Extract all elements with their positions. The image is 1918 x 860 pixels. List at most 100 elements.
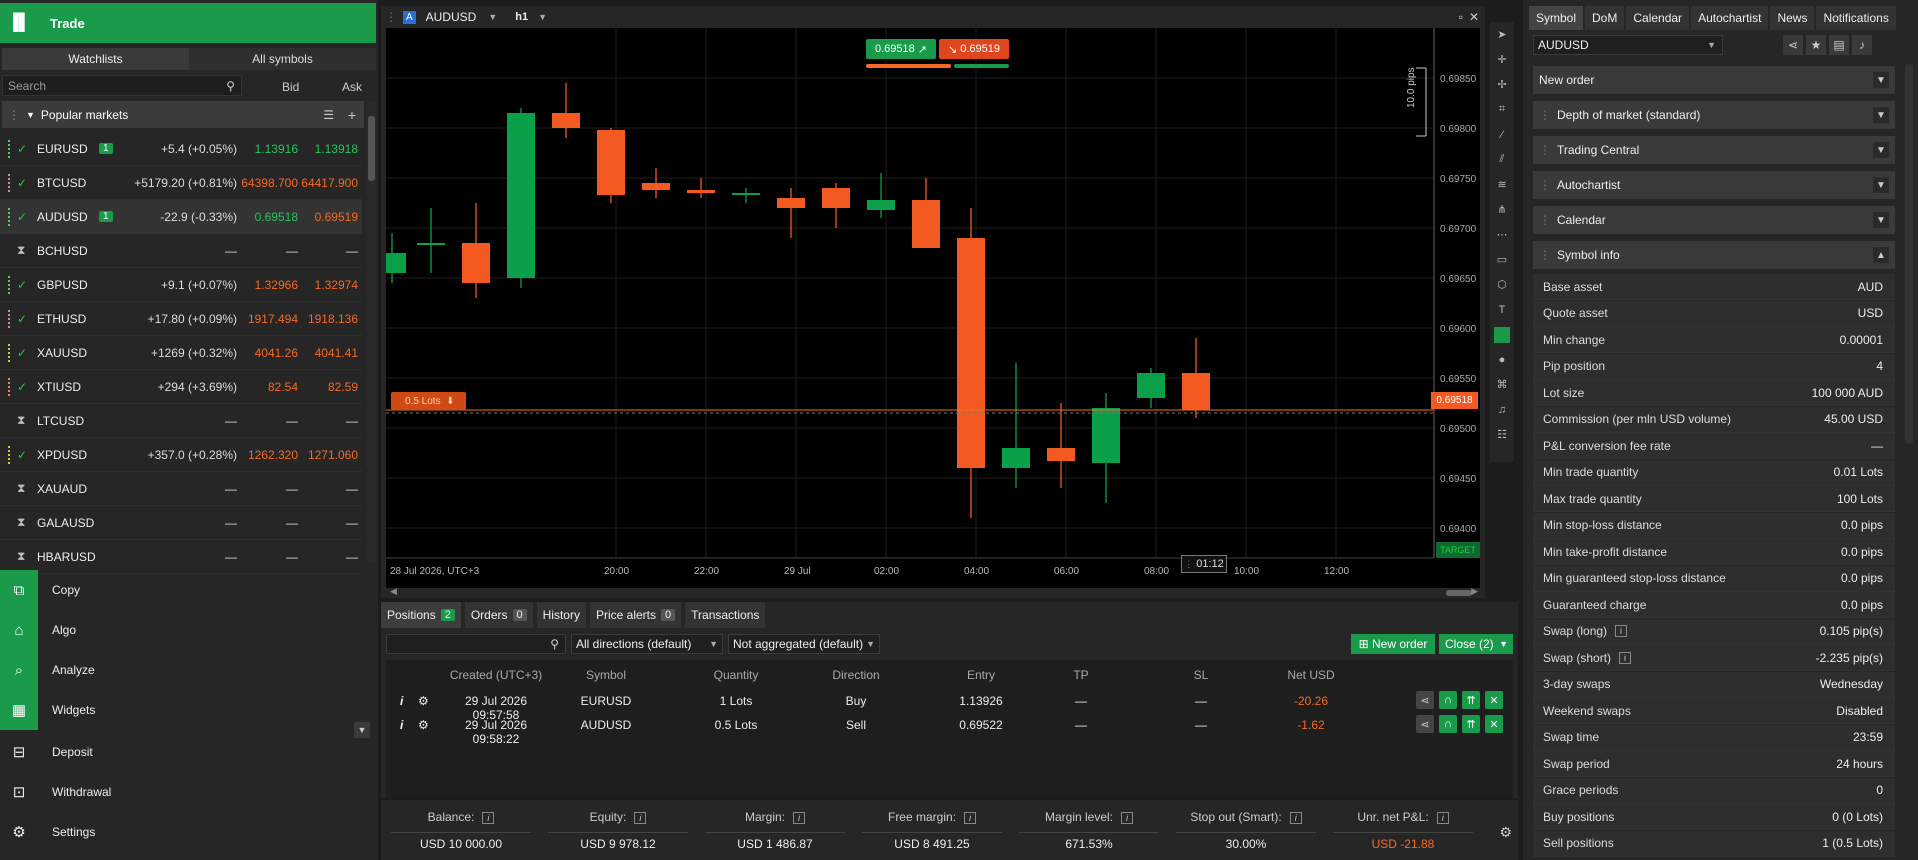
position-lots-tag[interactable]: 0.5 Lots ⬇: [391, 392, 466, 410]
section-depth-of-market-standard-[interactable]: ⋮ Depth of market (standard) ▼: [1533, 101, 1895, 129]
position-settings-icon[interactable]: ⚙: [418, 718, 429, 732]
info-icon[interactable]: i: [1289, 812, 1302, 824]
column-header[interactable]: Created (UTC+3): [446, 668, 546, 682]
chevron-down-icon[interactable]: ▼: [1873, 107, 1889, 123]
info-icon[interactable]: i: [964, 812, 977, 824]
scroll-left-icon[interactable]: ◀: [390, 586, 397, 597]
double-up-icon[interactable]: ⇈: [1462, 715, 1480, 733]
share-icon[interactable]: ⋖: [1416, 715, 1434, 733]
settings-lines-icon[interactable]: ☷: [1490, 422, 1514, 447]
star-icon[interactable]: ★: [1806, 35, 1826, 55]
dot-icon[interactable]: ●: [1490, 347, 1514, 372]
add-icon[interactable]: +: [348, 107, 356, 123]
tab-transactions[interactable]: Transactions: [685, 602, 766, 628]
column-header[interactable]: Direction: [806, 668, 906, 682]
tab-orders[interactable]: Orders 0: [464, 602, 533, 628]
cursor-icon[interactable]: ➤: [1490, 22, 1514, 47]
double-up-icon[interactable]: ⇈: [1462, 691, 1480, 709]
positions-search-input[interactable]: ⚲: [386, 634, 566, 654]
crosshair-icon[interactable]: ✛: [1490, 47, 1514, 72]
shapes-icon[interactable]: ⬡: [1490, 272, 1514, 297]
section-symbol-info[interactable]: ⋮ Symbol info ▲: [1533, 241, 1895, 269]
buy-button[interactable]: ↘ 0.69519: [939, 39, 1009, 59]
reverse-icon[interactable]: ∩: [1439, 715, 1457, 733]
chevron-down-icon[interactable]: ▼: [1873, 72, 1889, 88]
list-view-icon[interactable]: ☰: [323, 108, 334, 122]
channel-icon[interactable]: ⫽: [1490, 147, 1514, 172]
menu-deposit[interactable]: ⊟ Deposit: [0, 732, 376, 772]
trade-header[interactable]: ▐▌ Trade: [0, 3, 376, 43]
info-icon[interactable]: i: [400, 694, 403, 708]
collapse-triangle-icon[interactable]: ▼: [26, 110, 35, 120]
chart-area[interactable]: 0.69850 0.69800 0.69750 0.69700 0.69650 0.696…: [378, 28, 1480, 588]
info-icon[interactable]: i: [1619, 651, 1632, 664]
sell-button[interactable]: 0.69518 ↗: [866, 39, 936, 59]
tab-price-alerts[interactable]: Price alerts 0: [589, 602, 682, 628]
maximize-icon[interactable]: ▫: [1459, 10, 1463, 24]
bell-icon[interactable]: ♪: [1852, 35, 1872, 55]
info-icon[interactable]: i: [634, 812, 647, 824]
bell-icon[interactable]: ♫: [1490, 397, 1514, 422]
watchlist-row[interactable]: ⧗ HBARUSD — — —: [0, 540, 362, 574]
direction-filter[interactable]: All directions (default) ▼: [571, 634, 723, 654]
watchlist-row[interactable]: ✓ ETHUSD +17.80 (+0.09%) 1917.494 1918.1…: [0, 302, 362, 336]
right-scrollbar[interactable]: [1905, 64, 1913, 444]
tab-positions[interactable]: Positions 2: [381, 602, 461, 628]
tab-all-symbols[interactable]: All symbols: [189, 48, 376, 70]
gear-icon[interactable]: ⚙: [1499, 824, 1512, 841]
chart-symbol[interactable]: AUDUSD: [426, 10, 477, 24]
grid-tool-icon[interactable]: ⋯: [1490, 222, 1514, 247]
chart-icon[interactable]: ▤: [1829, 35, 1849, 55]
fibonacci-icon[interactable]: ≋: [1490, 172, 1514, 197]
tab-history[interactable]: History: [536, 602, 586, 628]
menu-widgets[interactable]: ▦ Widgets ▼: [0, 690, 376, 738]
symbol-select[interactable]: AUDUSD ▼: [1533, 35, 1723, 55]
symbol-dropdown-icon[interactable]: ▼: [488, 12, 497, 22]
text-icon[interactable]: T: [1490, 297, 1514, 322]
menu-analyze[interactable]: ⌕ Analyze: [0, 650, 376, 690]
rectangle-icon[interactable]: ▭: [1490, 247, 1514, 272]
aggregation-filter[interactable]: Not aggregated (default) ▼: [728, 634, 880, 654]
chart-hscroll[interactable]: ◀ ▶: [386, 586, 1480, 598]
info-icon[interactable]: i: [1121, 812, 1134, 824]
watchlist-scrollbar[interactable]: [367, 101, 376, 563]
section-autochartist[interactable]: ⋮ Autochartist ▼: [1533, 171, 1895, 199]
position-row[interactable]: i ⚙ 29 Jul 2026 09:58:22 AUDUSD 0.5 Lots Sell…: [386, 712, 1513, 746]
close-position-icon[interactable]: ✕: [1485, 715, 1503, 733]
tab-notifications[interactable]: Notifications: [1816, 6, 1896, 30]
watchlist-row[interactable]: ✓ BTCUSD +5179.20 (+0.81%) 64398.700 644…: [0, 166, 362, 200]
watchlist-row[interactable]: ✓ XAUUSD +1269 (+0.32%) 4041.26 4041.41: [0, 336, 362, 370]
section-calendar[interactable]: ⋮ Calendar ▼: [1533, 206, 1895, 234]
watchlist-row[interactable]: ✓ XTIUSD +294 (+3.69%) 82.54 82.59: [0, 370, 362, 404]
column-header[interactable]: Entry: [931, 668, 1031, 682]
popular-markets-header[interactable]: ⋮ ▼ Popular markets ☰ +: [2, 101, 364, 128]
position-row[interactable]: i ⚙ 29 Jul 2026 09:57:58 EURUSD 1 Lots Buy 1.1…: [386, 688, 1513, 722]
crop-icon[interactable]: ⌗: [1490, 97, 1514, 122]
new-order-button[interactable]: ⊞ New order: [1351, 634, 1435, 654]
column-header[interactable]: SL: [1166, 668, 1236, 682]
reverse-icon[interactable]: ∩: [1439, 691, 1457, 709]
tab-calendar[interactable]: Calendar: [1626, 6, 1690, 30]
price-chart[interactable]: 0.69850 0.69800 0.69750 0.69700 0.69650 0.696…: [378, 28, 1480, 588]
column-header[interactable]: Symbol: [556, 668, 656, 682]
watchlist-row[interactable]: ✓ AUDUSD 1 -22.9 (-0.33%) 0.69518 0.6951…: [0, 200, 362, 234]
watchlist-row[interactable]: ✓ XPDUSD +357.0 (+0.28%) 1262.320 1271.0…: [0, 438, 362, 472]
section-trading-central[interactable]: ⋮ Trading Central ▼: [1533, 136, 1895, 164]
tab-watchlists[interactable]: Watchlists: [2, 48, 189, 70]
tab-symbol[interactable]: Symbol: [1529, 6, 1584, 30]
tab-autochartist[interactable]: Autochartist: [1691, 6, 1769, 30]
close-position-icon[interactable]: ✕: [1485, 691, 1503, 709]
pitchfork-icon[interactable]: ⋔: [1490, 197, 1514, 222]
menu-algo[interactable]: ⌂ Algo: [0, 610, 376, 650]
tab-dom[interactable]: DoM: [1585, 6, 1625, 30]
close-icon[interactable]: ✕: [1469, 10, 1479, 24]
menu-copy[interactable]: ⧉ Copy: [0, 570, 376, 610]
watchlist-row[interactable]: ⧗ BCHUSD — — —: [0, 234, 362, 268]
chevron-up-icon[interactable]: ▲: [1873, 247, 1889, 263]
position-settings-icon[interactable]: ⚙: [418, 694, 429, 708]
info-icon[interactable]: i: [1615, 625, 1628, 637]
watchlist-row[interactable]: ⧗ XAUAUD — — —: [0, 472, 362, 506]
tab-news[interactable]: News: [1770, 6, 1815, 30]
share-icon[interactable]: ⋖: [1416, 691, 1434, 709]
watchlist-row[interactable]: ✓ GBPUSD +9.1 (+0.07%) 1.32966 1.32974: [0, 268, 362, 302]
